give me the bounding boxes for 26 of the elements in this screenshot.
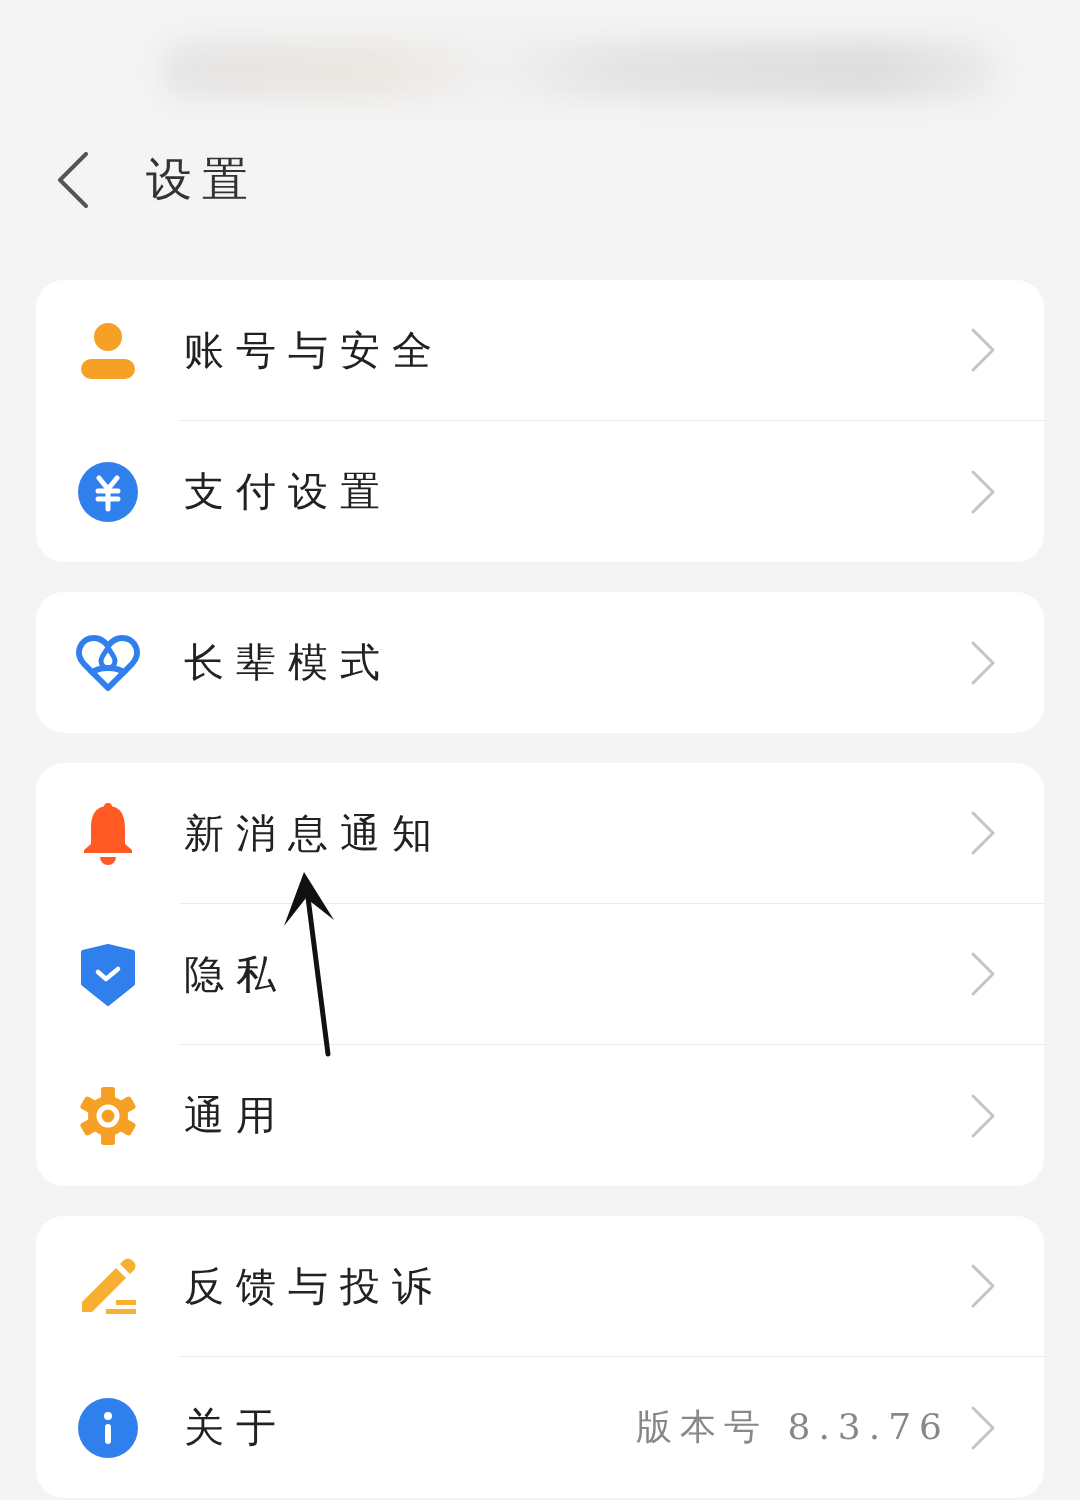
settings-item[interactable]: 反馈与投诉: [184, 1258, 970, 1314]
chevron-icon: [970, 1092, 996, 1139]
page-title: 设置: [146, 151, 258, 208]
chevron-icon: [970, 951, 996, 997]
settings-item[interactable]: 隐私: [184, 946, 970, 1002]
chevron-icon: [970, 468, 996, 515]
person-icon: [80, 321, 136, 380]
version-text: 版本号 8.3.76: [636, 1405, 950, 1449]
yen-icon: [78, 461, 138, 522]
back-icon[interactable]: [56, 152, 90, 208]
settings-item[interactable]: 关于: [184, 1400, 637, 1455]
settings-item[interactable]: 长辈模式: [184, 635, 970, 690]
chevron-icon: [970, 1263, 996, 1309]
info-icon: [78, 1397, 138, 1458]
gear-icon: [78, 1085, 138, 1146]
settings-item[interactable]: 通用: [184, 1088, 970, 1143]
chevron-icon: [970, 327, 996, 373]
chevron-icon: [970, 810, 996, 856]
chevron-icon: [970, 639, 996, 686]
settings-item[interactable]: 新消息通知: [184, 805, 970, 861]
shield-icon: [79, 943, 137, 1006]
bell-icon: [81, 801, 135, 866]
heart-icon: [76, 633, 140, 692]
settings-item[interactable]: 支付设置: [184, 464, 970, 519]
settings-item[interactable]: 账号与安全: [184, 322, 970, 378]
chevron-icon: [970, 1404, 996, 1451]
